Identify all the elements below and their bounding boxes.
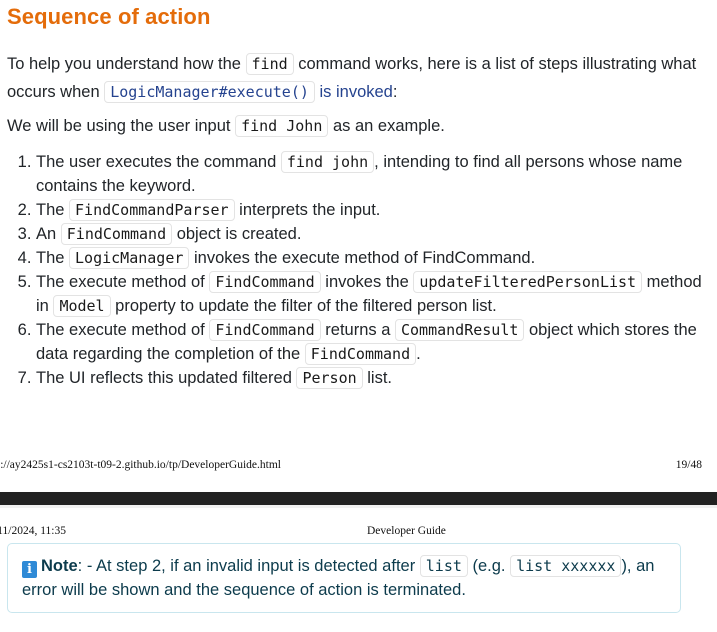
inline-code-find-john: find John: [235, 115, 329, 137]
intro-text-1: To help you understand how the: [7, 55, 246, 73]
step-text: The UI reflects this updated filtered: [36, 369, 297, 387]
inline-code: LogicManager: [69, 247, 190, 269]
step-text: invokes the execute method of FindComman…: [189, 249, 536, 267]
step-text: interprets the input.: [234, 201, 381, 219]
step-item: The execute method of FindCommand invoke…: [36, 270, 717, 318]
steps-list: The user executes the command find john,…: [0, 150, 717, 390]
step-item: The FindCommandParser interprets the inp…: [36, 198, 717, 222]
step-text: An: [36, 225, 61, 243]
page-separator-gap: [0, 505, 717, 508]
inline-code: FindCommand: [60, 223, 173, 245]
inline-code: Person: [296, 367, 363, 389]
section-heading: Sequence of action: [7, 4, 211, 29]
print-header-date: /11/2024, 11:35: [0, 525, 66, 537]
inline-code: FindCommand: [209, 319, 321, 341]
info-icon: i: [22, 561, 37, 578]
print-footer-url: ps://ay2425s1-cs2103t-t09-2.github.io/tp…: [0, 459, 281, 471]
step-text: property to update the filter of the fil…: [110, 297, 497, 315]
example-text-2: as an example.: [328, 117, 445, 135]
step-item: The UI reflects this updated filtered Pe…: [36, 366, 717, 390]
step-item: The execute method of FindCommand return…: [36, 318, 717, 366]
header-date-text: /11/2024, 11:35: [0, 525, 66, 537]
step-text: list.: [362, 369, 392, 387]
step-text: The execute method of: [36, 273, 210, 291]
inline-code: FindCommand: [209, 271, 321, 293]
step-item: An FindCommand object is created.: [36, 222, 717, 246]
print-footer-page-number: 19/48: [675, 459, 702, 471]
step-item: The user executes the command find john,…: [36, 150, 717, 198]
page-separator: [0, 492, 717, 505]
inline-code-list-example: list xxxxxx: [510, 555, 622, 577]
inline-code-find: find: [245, 53, 294, 75]
intro-text-3: :: [392, 83, 398, 101]
step-text: The execute method of: [36, 321, 210, 339]
step-text: The user executes the command: [36, 153, 281, 171]
inline-code: find john: [280, 151, 375, 173]
step-text: .: [416, 345, 421, 363]
page-19: Sequence of action To help you understan…: [0, 0, 717, 492]
note-callout: i Note: - At step 2, if an invalid input …: [7, 543, 681, 613]
logicmanager-execute-link[interactable]: LogicManager#execute() is invoked: [104, 81, 393, 103]
inline-code: CommandResult: [395, 319, 525, 341]
note-text: : - At step 2, if an invalid input is de…: [77, 557, 420, 575]
step-text: returns a: [320, 321, 395, 339]
inline-code: FindCommand: [304, 343, 417, 365]
link-text: is invoked: [314, 83, 393, 101]
example-paragraph: We will be using the user input find Joh…: [7, 112, 707, 140]
step-text: invokes the: [320, 273, 414, 291]
note-text: (e.g.: [467, 557, 511, 575]
step-text: object is created.: [172, 225, 302, 243]
inline-code-list: list: [419, 555, 468, 577]
step-text: The: [36, 249, 70, 267]
print-header-title: Developer Guide: [367, 525, 446, 537]
inline-code-logicmanager-execute: LogicManager#execute(): [104, 81, 315, 103]
footer-url-text: ps://ay2425s1-cs2103t-t09-2.github.io/tp…: [0, 459, 281, 471]
step-item: The LogicManager invokes the execute met…: [36, 246, 717, 270]
intro-paragraph: To help you understand how the find comm…: [7, 50, 707, 106]
inline-code: FindCommandParser: [69, 199, 235, 221]
inline-code: updateFilteredPersonList: [413, 271, 643, 293]
step-text: The: [36, 201, 70, 219]
example-text-1: We will be using the user input: [7, 117, 236, 135]
inline-code: Model: [53, 295, 111, 317]
note-label: Note: [41, 557, 78, 575]
